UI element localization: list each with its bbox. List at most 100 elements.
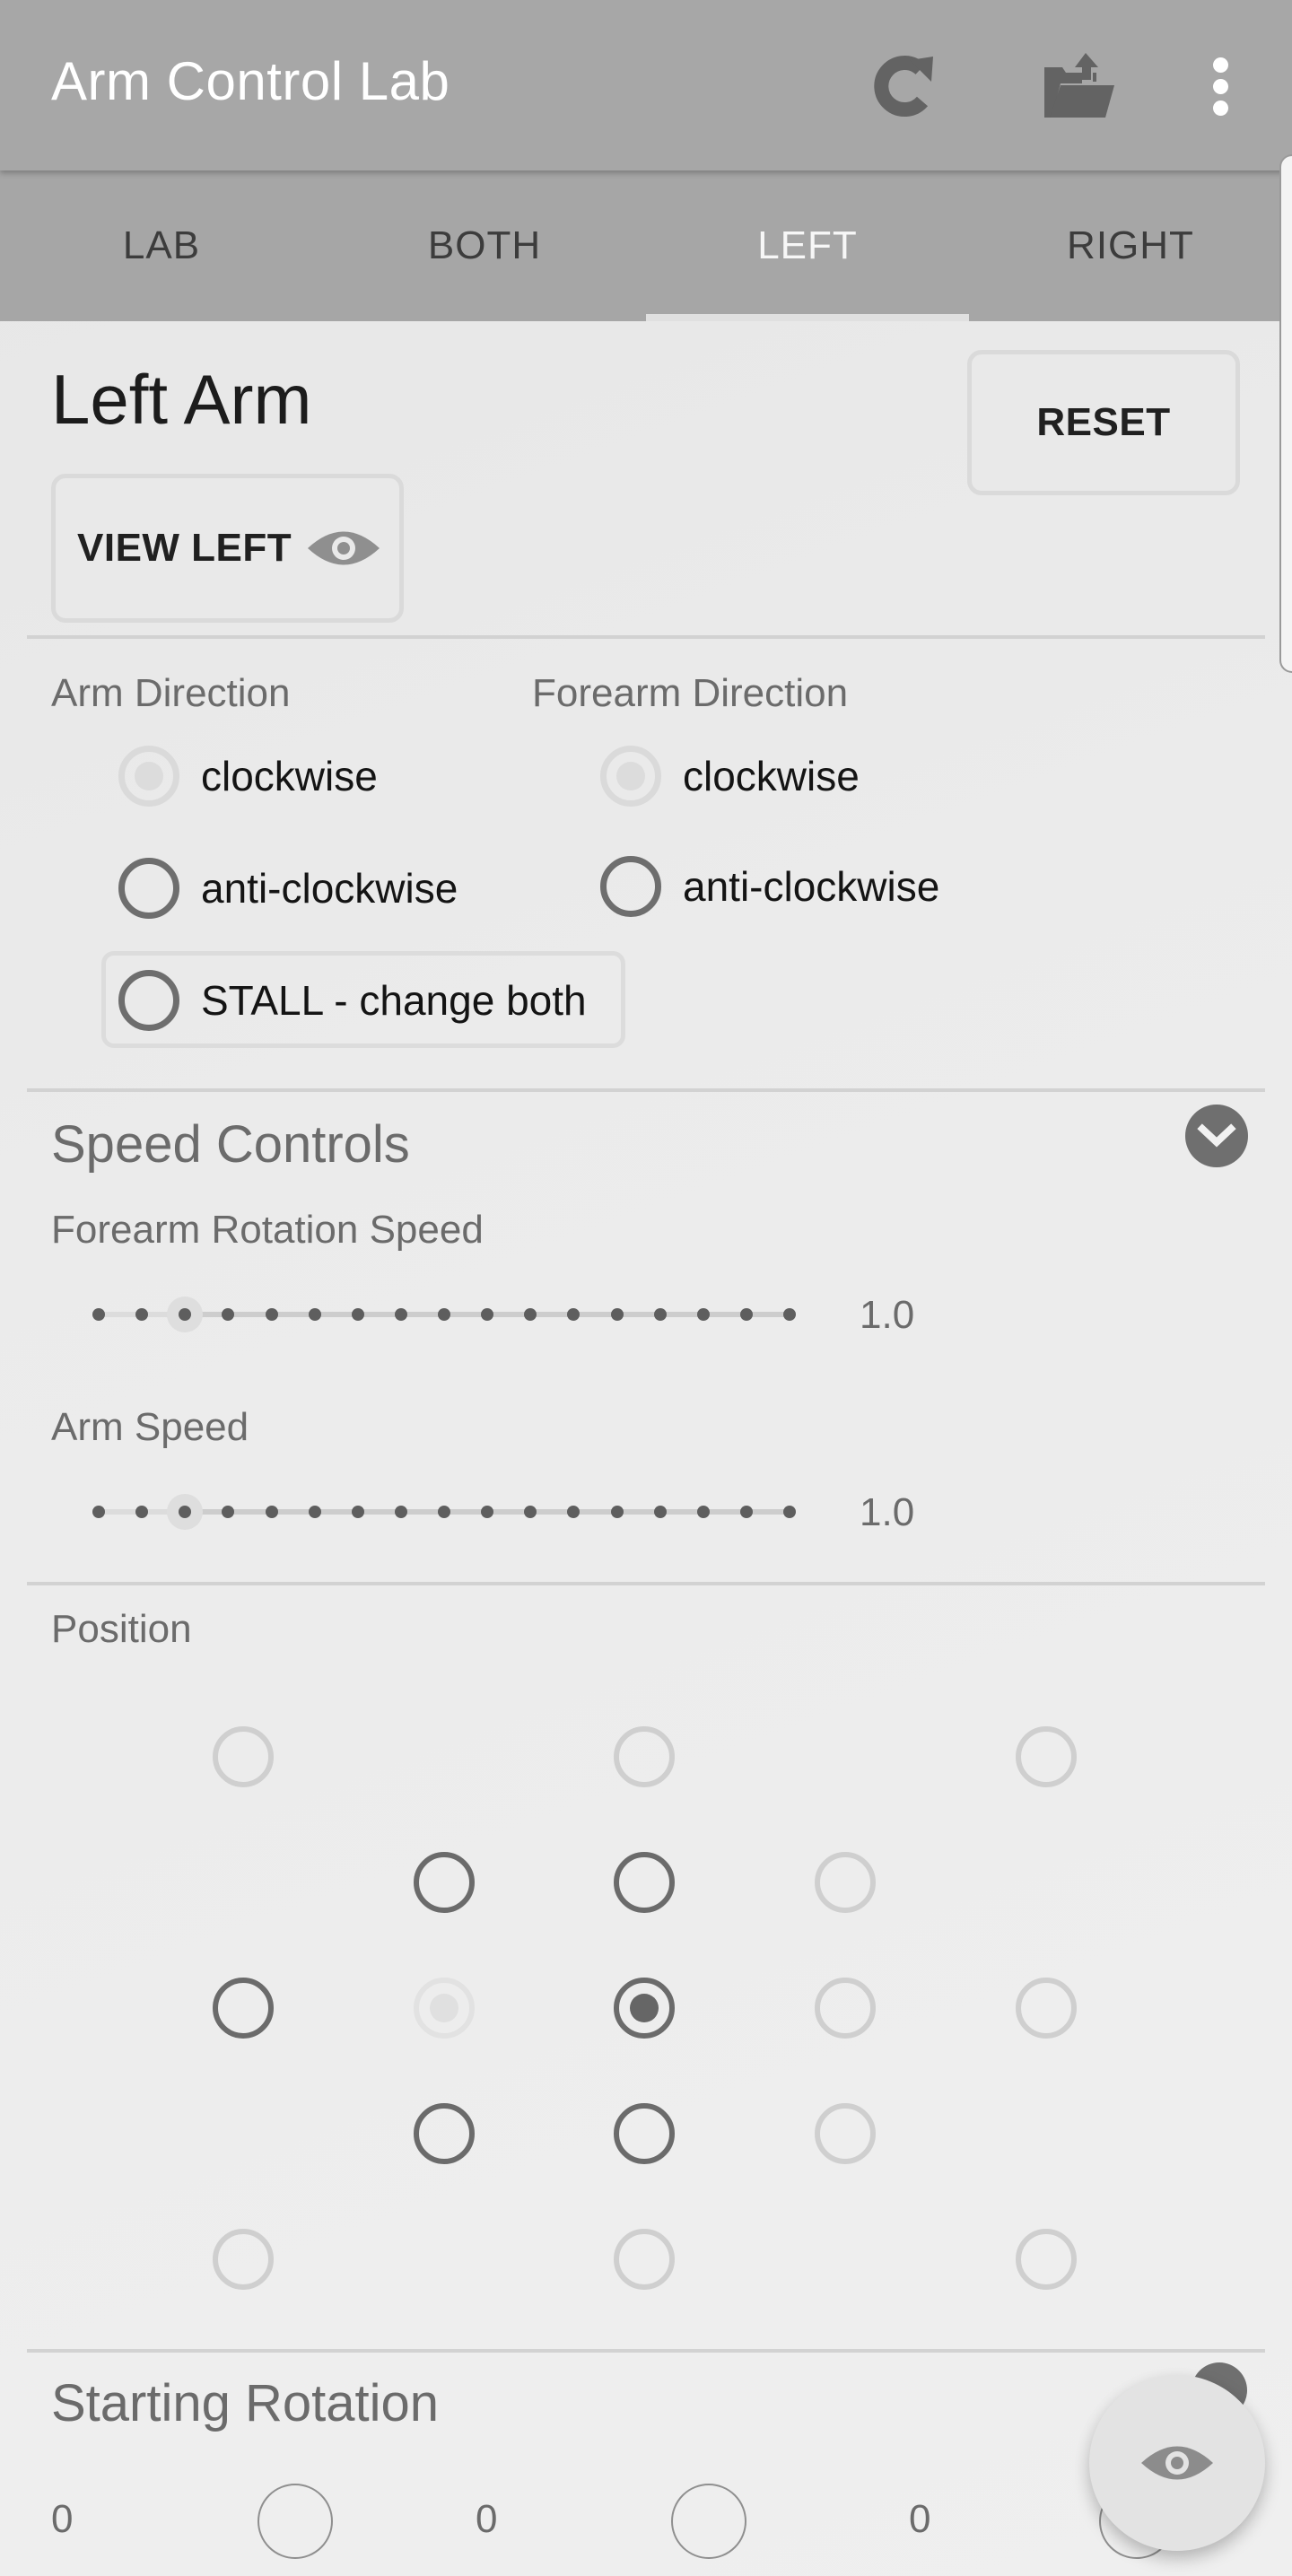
arm-anticlockwise-radio[interactable]: anti-clockwise <box>118 858 458 919</box>
app-title: Arm Control Lab <box>51 51 450 111</box>
tab-right[interactable]: RIGHT <box>969 170 1292 321</box>
divider <box>27 1088 1265 1092</box>
slider-tick <box>524 1506 537 1518</box>
speed-collapse-button[interactable] <box>1185 1105 1248 1167</box>
slider-tick <box>222 1506 235 1518</box>
tab-lab[interactable]: LAB <box>0 170 323 321</box>
app-bar: Arm Control Lab <box>0 0 1292 170</box>
slider-tick <box>308 1308 321 1321</box>
starting-rotation-title: Starting Rotation <box>51 2374 440 2432</box>
refresh-icon[interactable] <box>867 49 942 125</box>
position-radio[interactable] <box>614 2103 675 2164</box>
divider <box>27 2349 1265 2353</box>
arm-speed-slider[interactable] <box>90 1485 799 1539</box>
position-radio[interactable] <box>414 1852 475 1913</box>
slider-tick <box>524 1308 537 1321</box>
radio-label: clockwise <box>201 753 378 799</box>
slider-tick <box>438 1506 450 1518</box>
arm-speed-value: 1.0 <box>860 1490 915 1534</box>
slider-tick <box>135 1506 149 1518</box>
slider-tick <box>567 1308 581 1321</box>
position-label: Position <box>51 1607 192 1651</box>
eye-icon <box>306 526 381 571</box>
folder-upload-icon[interactable] <box>1041 49 1116 125</box>
view-left-label: VIEW LEFT <box>77 526 292 570</box>
slider-tick <box>739 1308 753 1321</box>
tab-indicator <box>646 314 969 321</box>
radio-indicator <box>600 746 661 807</box>
slider-tick <box>351 1308 364 1321</box>
forearm-speed-value: 1.0 <box>860 1293 915 1337</box>
rotation-knob[interactable] <box>258 2484 333 2559</box>
position-radio[interactable] <box>815 1978 876 2039</box>
slider-tick <box>610 1308 624 1321</box>
slider-tick <box>92 1506 105 1518</box>
forearm-speed-slider[interactable] <box>90 1288 799 1341</box>
forearm-anticlockwise-radio[interactable]: anti-clockwise <box>600 856 939 917</box>
position-radio[interactable] <box>614 2229 675 2290</box>
position-radio[interactable] <box>414 1978 475 2039</box>
divider <box>27 635 1265 639</box>
position-radio[interactable] <box>213 1978 274 2039</box>
position-radio[interactable] <box>1016 1978 1077 2039</box>
slider-tick <box>135 1308 149 1321</box>
slider-tick <box>92 1308 105 1321</box>
radio-indicator <box>118 746 179 807</box>
tab-both[interactable]: BOTH <box>323 170 646 321</box>
forearm-clockwise-radio[interactable]: clockwise <box>600 746 860 807</box>
tab-bar: LAB BOTH LEFT RIGHT <box>0 170 1292 321</box>
forearm-direction-label: Forearm Direction <box>532 671 849 715</box>
chevron-down-icon <box>1197 1123 1236 1148</box>
rotation-value: 0 <box>476 2497 498 2541</box>
position-radio[interactable] <box>614 1852 675 1913</box>
position-radio[interactable] <box>815 1852 876 1913</box>
arm-clockwise-radio[interactable]: clockwise <box>118 746 378 807</box>
slider-tick <box>653 1308 667 1321</box>
slider-tick <box>265 1308 278 1321</box>
position-radio[interactable] <box>815 2103 876 2164</box>
position-radio[interactable] <box>614 1726 675 1787</box>
tab-left[interactable]: LEFT <box>646 170 969 321</box>
slider-tick <box>696 1506 710 1518</box>
slider-tick <box>783 1506 796 1518</box>
radio-indicator <box>118 970 179 1031</box>
slider-tick <box>438 1308 450 1321</box>
slider-tick <box>739 1506 753 1518</box>
scrollbar-handle[interactable] <box>1279 154 1292 673</box>
forearm-speed-label: Forearm Rotation Speed <box>51 1208 484 1252</box>
stall-radio[interactable]: STALL - change both <box>118 970 587 1031</box>
slider-tick <box>567 1506 581 1518</box>
position-radio[interactable] <box>614 1978 675 2039</box>
reset-button[interactable]: RESET <box>967 350 1240 495</box>
position-radio[interactable] <box>213 2229 274 2290</box>
slider-tick <box>265 1506 278 1518</box>
eye-icon <box>1141 2446 1213 2480</box>
slider-tick <box>481 1308 494 1321</box>
position-radio[interactable] <box>414 2103 475 2164</box>
slider-tick <box>394 1308 407 1321</box>
arm-speed-label: Arm Speed <box>51 1405 249 1449</box>
slider-tick <box>351 1506 364 1518</box>
slider-tick <box>394 1506 407 1518</box>
radio-indicator <box>118 858 179 919</box>
arm-direction-label: Arm Direction <box>51 671 291 715</box>
slider-tick <box>783 1308 796 1321</box>
position-radio[interactable] <box>213 1726 274 1787</box>
rotation-knob[interactable] <box>671 2484 746 2559</box>
radio-indicator <box>600 856 661 917</box>
more-vert-icon[interactable] <box>1208 56 1235 118</box>
radio-label: anti-clockwise <box>683 863 940 910</box>
speed-controls-title: Speed Controls <box>51 1115 410 1174</box>
slider-tick <box>308 1506 321 1518</box>
rotation-value: 0 <box>909 2497 931 2541</box>
radio-label: clockwise <box>683 753 860 799</box>
view-fab-button[interactable] <box>1089 2375 1265 2551</box>
position-radio[interactable] <box>1016 2229 1077 2290</box>
slider-tick <box>696 1308 710 1321</box>
view-left-button[interactable]: VIEW LEFT <box>51 474 404 623</box>
slider-tick <box>653 1506 667 1518</box>
slider-tick <box>610 1506 624 1518</box>
page-title: Left Arm <box>51 360 312 439</box>
radio-label: anti-clockwise <box>201 865 458 912</box>
position-radio[interactable] <box>1016 1726 1077 1787</box>
